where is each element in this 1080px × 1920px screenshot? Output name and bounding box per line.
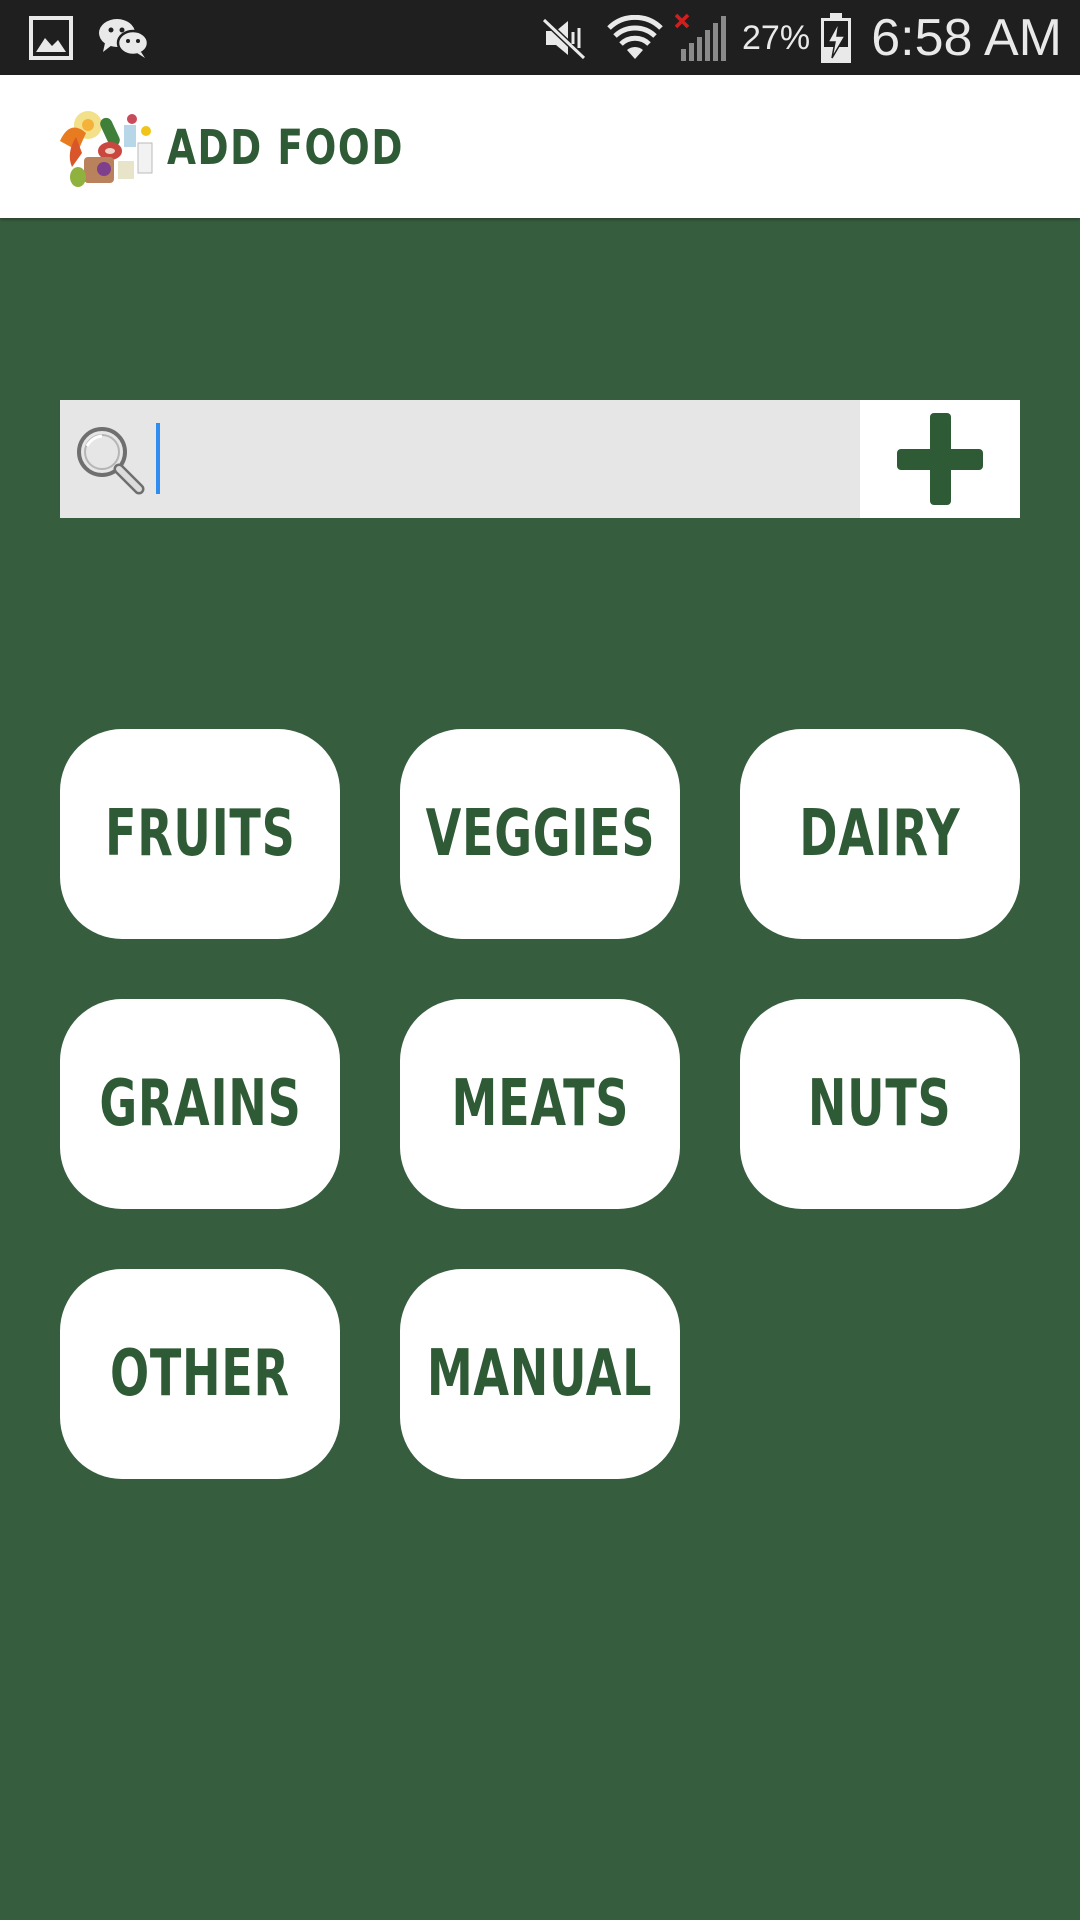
page-title: ADD FOOD: [167, 120, 404, 176]
category-label: GRAINS: [98, 1067, 302, 1141]
text-cursor: [156, 423, 160, 494]
status-bar: 27% 6:58 AM: [0, 0, 1080, 75]
food-collage-logo: [58, 103, 158, 191]
wifi-icon: [604, 0, 666, 75]
mute-icon: [536, 0, 594, 75]
category-label: DAIRY: [799, 797, 961, 871]
category-button-veggies[interactable]: VEGGIES: [400, 729, 680, 939]
category-button-manual[interactable]: MANUAL: [400, 1269, 680, 1479]
plus-icon: [897, 413, 983, 505]
search-box: [60, 400, 860, 518]
battery-charging-icon: [816, 0, 856, 75]
app-bar: ADD FOOD: [0, 75, 1080, 218]
category-button-fruits[interactable]: FRUITS: [60, 729, 340, 939]
add-food-button[interactable]: [860, 400, 1020, 518]
clock: 6:58 AM: [871, 9, 1062, 67]
signal-icon: [674, 0, 730, 75]
category-button-nuts[interactable]: NUTS: [740, 999, 1020, 1209]
search-input[interactable]: [158, 400, 848, 518]
gallery-icon: [26, 0, 76, 75]
battery-percent: 27%: [742, 19, 811, 57]
category-label: OTHER: [110, 1337, 290, 1411]
category-label: FRUITS: [104, 797, 296, 871]
category-button-grains[interactable]: GRAINS: [60, 999, 340, 1209]
category-label: NUTS: [808, 1067, 952, 1141]
category-label: MEATS: [451, 1067, 629, 1141]
category-button-other[interactable]: OTHER: [60, 1269, 340, 1479]
category-label: MANUAL: [427, 1337, 653, 1411]
category-button-dairy[interactable]: DAIRY: [740, 729, 1020, 939]
search-icon: [72, 422, 148, 498]
wechat-icon: [94, 0, 154, 75]
category-button-meats[interactable]: MEATS: [400, 999, 680, 1209]
category-label: VEGGIES: [425, 797, 655, 871]
